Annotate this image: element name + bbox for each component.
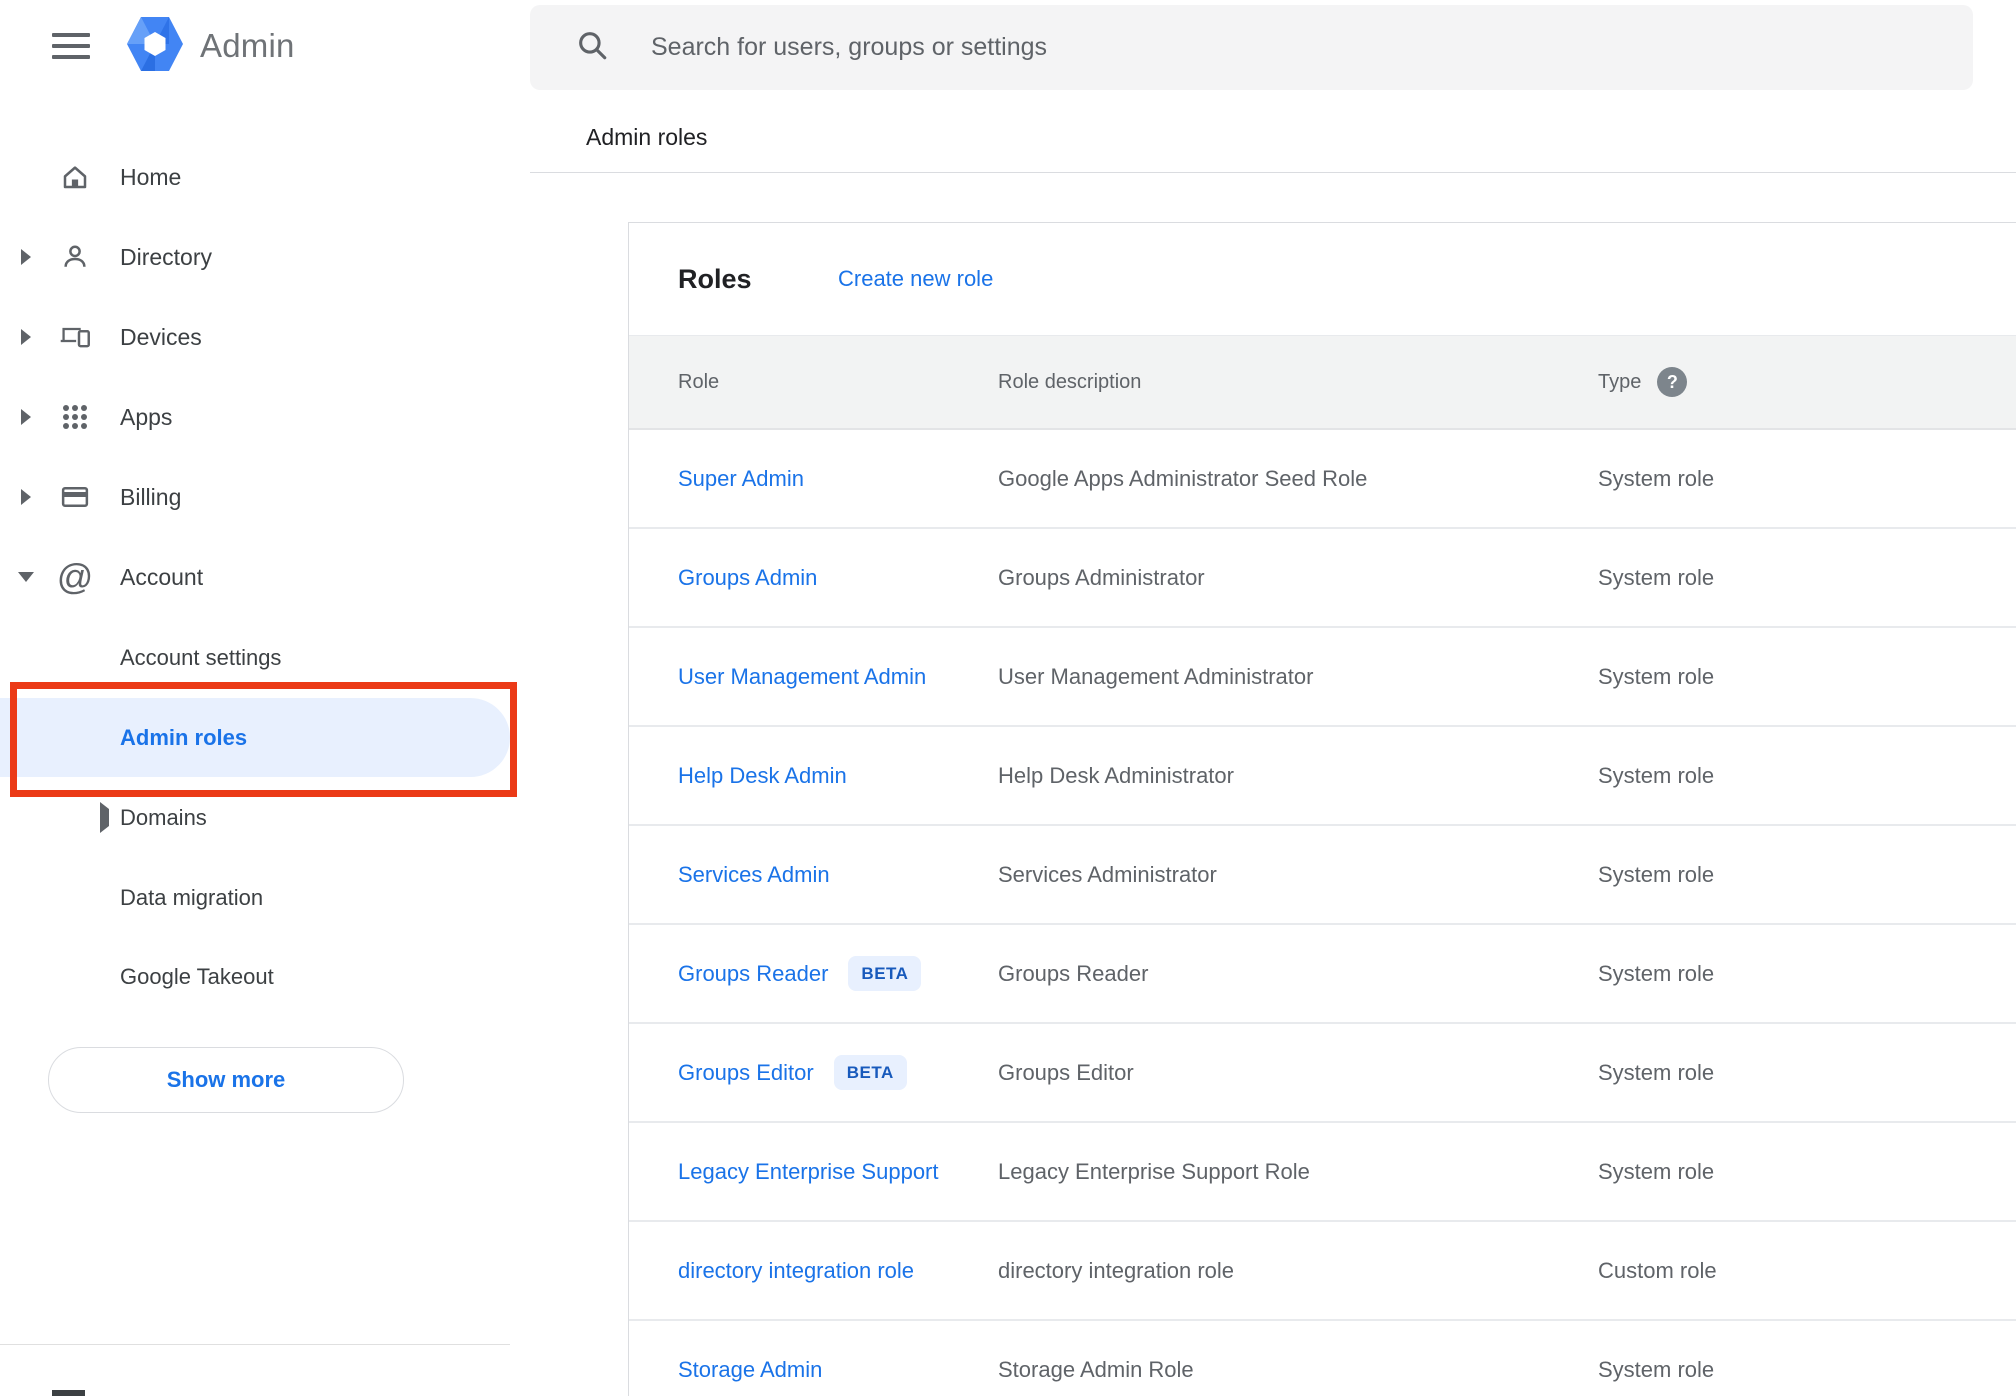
role-link[interactable]: Help Desk Admin	[678, 763, 847, 789]
home-icon	[57, 159, 93, 195]
table-row: Services Admin Services Administrator Sy…	[629, 826, 2016, 925]
sidebar-item-data-migration[interactable]: Data migration	[0, 858, 510, 938]
search-icon	[575, 28, 609, 67]
table-row: Help Desk Admin Help Desk Administrator …	[629, 727, 2016, 826]
role-link[interactable]: Services Admin	[678, 862, 830, 888]
create-new-role-link[interactable]: Create new role	[838, 266, 993, 292]
column-header-role: Role	[678, 370, 720, 393]
role-description: Groups Administrator	[998, 564, 1205, 590]
sidebar-item-label: Google Takeout	[120, 964, 274, 989]
table-row: directory integration role directory int…	[629, 1222, 2016, 1321]
breadcrumb: Admin roles	[586, 124, 708, 150]
app-title: Admin	[200, 27, 295, 64]
expand-arrow-icon[interactable]	[100, 802, 109, 833]
table-row: Legacy Enterprise Support Legacy Enterpr…	[629, 1123, 2016, 1222]
table-row: Storage Admin Storage Admin Role System …	[629, 1321, 2016, 1396]
role-link[interactable]: Groups Admin	[678, 565, 817, 591]
sidebar-item-label: Data migration	[120, 885, 264, 910]
sidebar-item-label: Directory	[120, 243, 213, 270]
apps-grid-icon	[57, 399, 93, 435]
table-row: User Management Admin User Management Ad…	[629, 628, 2016, 727]
role-type: System role	[1598, 564, 1715, 590]
search-input[interactable]	[649, 32, 1849, 63]
header-divider	[530, 172, 2016, 173]
sidebar-item-label: Home	[120, 163, 182, 190]
column-header-type: Type ?	[1598, 367, 2016, 397]
sidebar-item-label: Account settings	[120, 645, 282, 670]
role-link[interactable]: Storage Admin	[678, 1357, 822, 1383]
role-type: System role	[1598, 762, 1715, 788]
sidebar-item-label: Account	[120, 563, 204, 590]
collapse-arrow-icon[interactable]	[18, 572, 34, 582]
expand-arrow-icon[interactable]	[18, 329, 34, 345]
card-title: Roles	[678, 263, 752, 294]
role-type: System role	[1598, 861, 1715, 887]
role-description: Google Apps Administrator Seed Role	[998, 465, 1368, 491]
roles-card: Roles Create new role Role Role descript…	[628, 222, 2016, 1396]
table-row: Super Admin Google Apps Administrator Se…	[629, 430, 2016, 529]
person-icon	[57, 239, 93, 275]
sidebar-divider	[0, 1344, 510, 1345]
column-header-description: Role description	[998, 370, 1142, 393]
role-description: Legacy Enterprise Support Role	[998, 1158, 1310, 1184]
role-description: Help Desk Administrator	[998, 762, 1234, 788]
role-type: System role	[1598, 1158, 1715, 1184]
sidebar-item-label: Devices	[120, 323, 202, 350]
expand-arrow-icon[interactable]	[18, 409, 34, 425]
table-row: Groups Editor BETA Groups Editor System …	[629, 1024, 2016, 1123]
admin-hexagon-logo-icon	[127, 15, 183, 78]
sidebar-item-home[interactable]: Home	[0, 137, 510, 217]
roles-card-header: Roles Create new role	[629, 223, 2016, 335]
role-link[interactable]: Groups Editor	[678, 1060, 814, 1086]
sidebar-item-label: Domains	[120, 805, 207, 830]
role-description: Groups Reader	[998, 960, 1149, 986]
role-link[interactable]: Groups Reader	[678, 961, 828, 987]
sidebar-item-google-takeout[interactable]: Google Takeout	[0, 937, 510, 1017]
expand-arrow-icon[interactable]	[18, 489, 34, 505]
sidebar-item-directory[interactable]: Directory	[0, 217, 510, 297]
help-icon[interactable]: ?	[1657, 367, 1688, 397]
sidebar-item-apps[interactable]: Apps	[0, 377, 510, 457]
expand-arrow-icon[interactable]	[18, 249, 34, 265]
admin-logo[interactable]: Admin	[127, 16, 295, 76]
table-row: Groups Admin Groups Administrator System…	[629, 529, 2016, 628]
role-link[interactable]: User Management Admin	[678, 664, 926, 690]
menu-icon[interactable]	[52, 33, 90, 61]
beta-badge: BETA	[848, 956, 922, 991]
sidebar-item-domains[interactable]: Domains	[0, 778, 510, 858]
table-header-row: Role Role description Type ?	[629, 335, 2016, 430]
role-type: System role	[1598, 663, 1715, 689]
clipped-icon-fragment	[52, 1390, 85, 1396]
role-description: Groups Editor	[998, 1059, 1134, 1085]
sidebar-item-label: Billing	[120, 483, 182, 510]
search-bar[interactable]	[530, 5, 1973, 90]
role-type: System role	[1598, 1059, 1715, 1085]
role-description: User Management Administrator	[998, 663, 1314, 689]
role-link[interactable]: Super Admin	[678, 466, 804, 492]
devices-icon	[57, 319, 93, 355]
role-type: System role	[1598, 465, 1715, 491]
role-description: directory integration role	[998, 1257, 1235, 1283]
column-header-type-label: Type	[1598, 370, 1642, 393]
at-sign-icon: @	[56, 556, 94, 597]
role-type: System role	[1598, 960, 1715, 986]
sidebar-item-account[interactable]: @ Account	[0, 537, 510, 617]
role-link[interactable]: directory integration role	[678, 1258, 914, 1284]
admin-console-screen: Admin Admin roles Home Dir	[0, 0, 2016, 1396]
show-more-button[interactable]: Show more	[48, 1047, 404, 1113]
sidebar-item-label: Apps	[120, 403, 173, 430]
role-type: System role	[1598, 1356, 1715, 1382]
role-type: Custom role	[1598, 1257, 1717, 1283]
sidebar-item-devices[interactable]: Devices	[0, 297, 510, 377]
role-description: Services Administrator	[998, 861, 1217, 887]
billing-card-icon	[57, 479, 93, 515]
beta-badge: BETA	[833, 1055, 907, 1090]
role-link[interactable]: Legacy Enterprise Support	[678, 1159, 939, 1185]
table-row: Groups Reader BETA Groups Reader System …	[629, 925, 2016, 1024]
sidebar-item-billing[interactable]: Billing	[0, 457, 510, 537]
role-description: Storage Admin Role	[998, 1356, 1194, 1382]
